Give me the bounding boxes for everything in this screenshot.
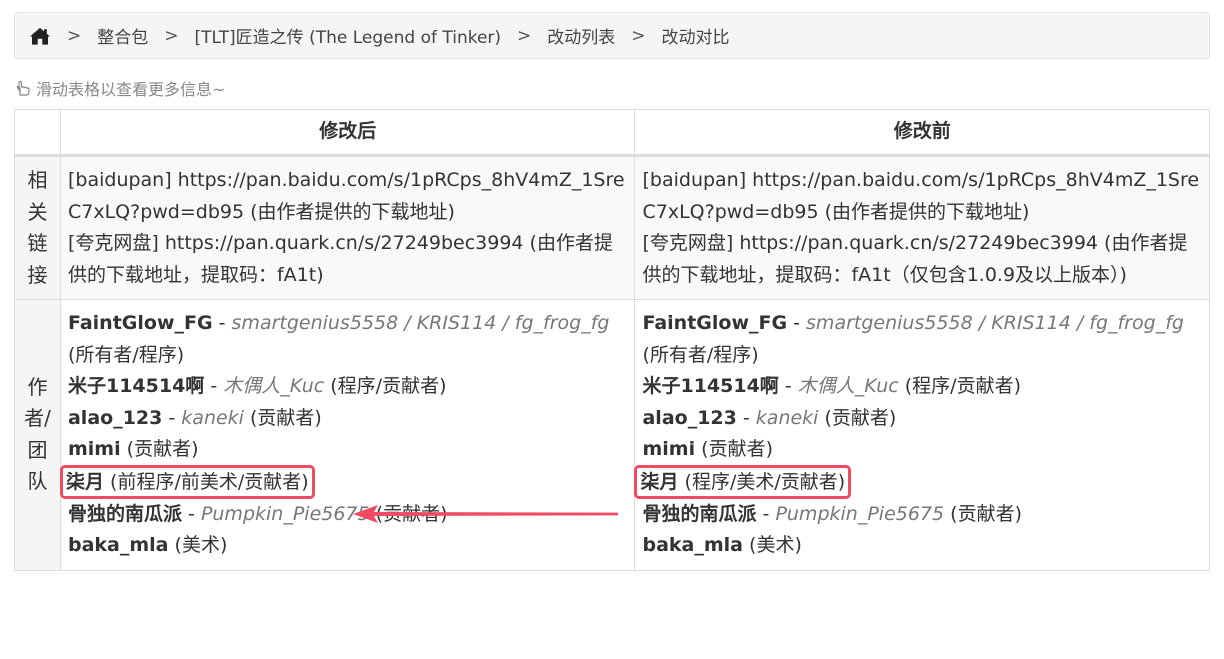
author-entry: baka_mla (美术) (642, 530, 1203, 562)
breadcrumb: > 整合包 > [TLT]匠造之传 (The Legend of Tinker)… (14, 12, 1210, 59)
author-role: (贡献者) (824, 406, 897, 429)
author-entry: alao_123 - kaneki (贡献者) (642, 406, 897, 429)
author-alias: Pumpkin_Pie5675 (200, 502, 370, 525)
links-before: [baidupan] https://pan.baidu.com/s/1pRCp… (634, 155, 1210, 300)
breadcrumb-separator: > (67, 25, 82, 46)
scroll-hint-text: 滑动表格以查看更多信息~ (36, 80, 226, 99)
author-role: (程序/贡献者) (330, 375, 447, 397)
links-before-text[interactable]: [baidupan] https://pan.baidu.com/s/1pRCp… (642, 165, 1203, 291)
column-header-after: 修改后 (59, 109, 636, 157)
author-entry: 米子114514啊 - 木偶人_Kuc (程序/贡献者) (67, 375, 447, 397)
author-name[interactable]: 米子114514啊 (68, 375, 204, 397)
author-entry: alao_123 - kaneki (贡献者) (67, 406, 322, 429)
author-name[interactable]: alao_123 (642, 407, 736, 429)
author-name[interactable]: FaintGlow_FG (642, 312, 787, 334)
author-name[interactable]: alao_123 (68, 407, 162, 429)
author-alias: 木偶人_Kuc (223, 375, 325, 397)
highlighted-change: 柒月 (前程序/前美术/贡献者) (59, 464, 315, 499)
author-alias: Pumpkin_Pie5675 (775, 502, 945, 525)
author-entry: mimi (贡献者) (68, 434, 629, 466)
author-name[interactable]: 米子114514啊 (642, 375, 778, 397)
author-role: (程序/美术/贡献者) (684, 470, 846, 493)
breadcrumb-separator: > (517, 25, 532, 46)
home-icon[interactable] (29, 26, 51, 46)
links-after-text[interactable]: [baidupan] https://pan.baidu.com/s/1pRCp… (68, 165, 629, 291)
authors-before: FaintGlow_FG - smartgenius5558 / KRIS114… (634, 299, 1210, 571)
author-name[interactable]: 骨独的南瓜派 (642, 503, 756, 525)
table-corner-cell (14, 109, 61, 157)
author-entry: FaintGlow_FG - smartgenius5558 / KRIS114… (642, 312, 1184, 366)
author-name[interactable]: 柒月 (640, 471, 678, 493)
author-entry: 骨独的南瓜派 - Pumpkin_Pie5675 (贡献者) (642, 502, 1022, 525)
author-entry: baka_mla (美术) (68, 530, 629, 562)
breadcrumb-item-change-compare: 改动对比 (661, 28, 730, 48)
author-role: (美术) (749, 534, 802, 556)
authors-after: FaintGlow_FG - smartgenius5558 / KRIS114… (59, 299, 636, 571)
author-name[interactable]: mimi (68, 438, 121, 460)
author-entry: 柒月 (程序/美术/贡献者) (634, 464, 1203, 499)
table-header-row: 修改后 修改前 (14, 109, 1210, 157)
scroll-hint: 滑动表格以查看更多信息~ (14, 76, 225, 100)
author-role: (美术) (174, 534, 228, 556)
table-row-authors: 作者/团队 FaintGlow_FG - smartgenius5558 / K… (14, 299, 1210, 571)
author-name[interactable]: mimi (642, 438, 695, 460)
breadcrumb-separator: > (631, 25, 646, 46)
author-role: (贡献者) (250, 406, 322, 429)
author-role: (贡献者) (375, 502, 448, 525)
author-name[interactable]: FaintGlow_FG (68, 312, 213, 334)
comparison-table: 修改后 修改前 相关链接 [baidupan] https://pan.baid… (14, 109, 1210, 571)
pointing-hand-icon (14, 79, 36, 97)
breadcrumb-item-change-list[interactable]: 改动列表 (547, 23, 615, 48)
table-row-links: 相关链接 [baidupan] https://pan.baidu.com/s/… (14, 155, 1210, 300)
author-role: (程序/贡献者) (904, 375, 1021, 397)
row-label-links: 相关链接 (14, 155, 61, 300)
author-alias: smartgenius5558 / KRIS114 / fg_frog_fg (231, 312, 610, 334)
author-entry: 柒月 (前程序/前美术/贡献者) (59, 464, 629, 499)
author-alias: kaneki (755, 406, 819, 429)
author-role: (贡献者) (950, 502, 1022, 525)
author-role: (前程序/前美术/贡献者) (110, 470, 309, 493)
author-entry: FaintGlow_FG - smartgenius5558 / KRIS114… (67, 312, 610, 366)
column-header-before: 修改前 (634, 109, 1210, 157)
breadcrumb-item-tlt[interactable]: [TLT]匠造之传 (The Legend of Tinker) (195, 23, 502, 48)
breadcrumb-item-modpack[interactable]: 整合包 (97, 23, 148, 48)
breadcrumb-separator: > (164, 25, 179, 46)
author-role: (贡献者) (126, 438, 199, 460)
author-list-before: FaintGlow_FG - smartgenius5558 / KRIS114… (634, 308, 1203, 562)
author-entry: 骨独的南瓜派 - Pumpkin_Pie5675 (贡献者) (67, 502, 448, 525)
author-role: (所有者/程序) (67, 343, 185, 366)
author-entry: 米子114514啊 - 木偶人_Kuc (程序/贡献者) (642, 375, 1021, 397)
author-alias: 木偶人_Kuc (797, 375, 899, 397)
highlighted-change: 柒月 (程序/美术/贡献者) (634, 464, 852, 499)
row-label-authors: 作者/团队 (14, 299, 61, 571)
author-name[interactable]: baka_mla (68, 534, 169, 556)
author-role: (所有者/程序) (642, 343, 759, 366)
author-alias: kaneki (181, 406, 244, 429)
author-name[interactable]: baka_mla (642, 534, 743, 556)
author-list-after: FaintGlow_FG - smartgenius5558 / KRIS114… (59, 308, 629, 562)
author-entry: mimi (贡献者) (642, 434, 1203, 466)
author-role: (贡献者) (701, 438, 773, 460)
author-alias: smartgenius5558 / KRIS114 / fg_frog_fg (806, 312, 1184, 334)
links-after: [baidupan] https://pan.baidu.com/s/1pRCp… (59, 155, 636, 300)
author-name[interactable]: 骨独的南瓜派 (68, 503, 182, 525)
author-name[interactable]: 柒月 (66, 471, 104, 493)
